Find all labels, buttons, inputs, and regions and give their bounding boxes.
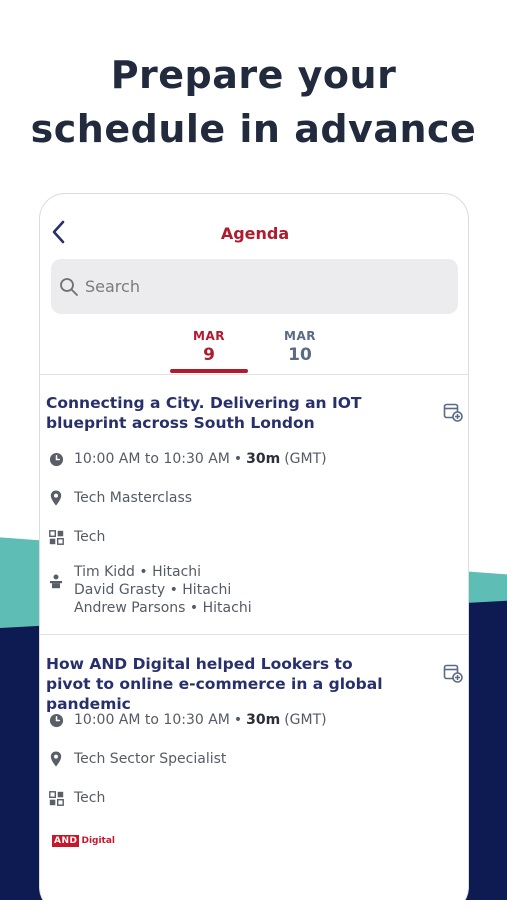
session-card[interactable]: How AND Digital helped Lookers to pivot …	[40, 654, 468, 874]
session-card[interactable]: Connecting a City. Delivering an IOT blu…	[40, 393, 468, 633]
screen-title: Agenda	[220, 224, 290, 243]
tab-month: MAR	[193, 329, 225, 343]
add-to-calendar-button[interactable]	[442, 662, 464, 684]
tab-mar-10[interactable]: MAR 10	[260, 329, 340, 365]
podium-icon	[48, 573, 64, 589]
session-timezone: (GMT)	[284, 451, 327, 467]
session-timezone: (GMT)	[284, 712, 327, 728]
session-duration: 30m	[246, 451, 281, 467]
divider	[40, 634, 468, 635]
add-to-calendar-button[interactable]	[442, 401, 464, 423]
speaker-list: Tim Kidd • Hitachi David Grasty • Hitach…	[74, 563, 252, 617]
session-time: 10:00 AM to 10:30 AM	[74, 451, 230, 467]
clock-icon	[48, 451, 64, 467]
date-tabs: MAR 9 MAR 10	[40, 329, 468, 374]
map-pin-icon	[48, 490, 64, 506]
speaker-item[interactable]: Andrew Parsons • Hitachi	[74, 599, 252, 617]
active-tab-indicator	[170, 369, 248, 373]
separator: •	[233, 451, 243, 467]
speaker-item[interactable]: Tim Kidd • Hitachi	[74, 563, 252, 581]
headline-line-1: Prepare your	[110, 53, 397, 97]
phone-screen: Agenda MAR 9 MAR 10 Connecting a City. D…	[39, 193, 469, 900]
divider	[40, 374, 468, 375]
session-speakers-row: Tim Kidd • Hitachi David Grasty • Hitach…	[48, 563, 252, 617]
map-pin-icon	[48, 751, 64, 767]
speaker-item[interactable]: David Grasty • Hitachi	[74, 581, 252, 599]
separator: •	[233, 712, 243, 728]
session-location-row: Tech Masterclass	[48, 489, 192, 507]
session-location-row: Tech Sector Specialist	[48, 750, 226, 768]
session-track: Tech	[74, 529, 106, 545]
session-duration: 30m	[246, 712, 281, 728]
session-location: Tech Sector Specialist	[74, 751, 227, 767]
calendar-add-icon	[443, 664, 463, 683]
session-track-row: Tech	[48, 789, 105, 807]
session-time-row: 10:00 AM to 10:30 AM • 30m (GMT)	[48, 450, 327, 468]
calendar-add-icon	[443, 403, 463, 422]
marketing-headline: Prepare your schedule in advance	[0, 48, 507, 156]
session-time-row: 10:00 AM to 10:30 AM • 30m (GMT)	[48, 711, 327, 729]
tab-day: 9	[203, 345, 215, 365]
session-location: Tech Masterclass	[74, 490, 193, 506]
grid-icon	[48, 790, 64, 806]
logo-text: Digital	[81, 836, 116, 846]
session-track: Tech	[74, 790, 106, 806]
session-title[interactable]: Connecting a City. Delivering an IOT blu…	[46, 393, 391, 433]
logo-mark: AND	[52, 835, 80, 847]
tab-mar-9[interactable]: MAR 9	[169, 329, 249, 365]
tab-day: 10	[288, 345, 312, 365]
session-time: 10:00 AM to 10:30 AM	[74, 712, 230, 728]
headline-line-2: schedule in advance	[30, 107, 477, 151]
search-icon	[59, 277, 79, 297]
clock-icon	[48, 712, 64, 728]
tab-month: MAR	[284, 329, 316, 343]
sponsor-logo: AND Digital	[52, 835, 115, 847]
session-title[interactable]: How AND Digital helped Lookers to pivot …	[46, 654, 391, 714]
session-track-row: Tech	[48, 528, 105, 546]
grid-icon	[48, 529, 64, 545]
search-input[interactable]	[85, 277, 385, 296]
search-bar[interactable]	[51, 259, 458, 314]
